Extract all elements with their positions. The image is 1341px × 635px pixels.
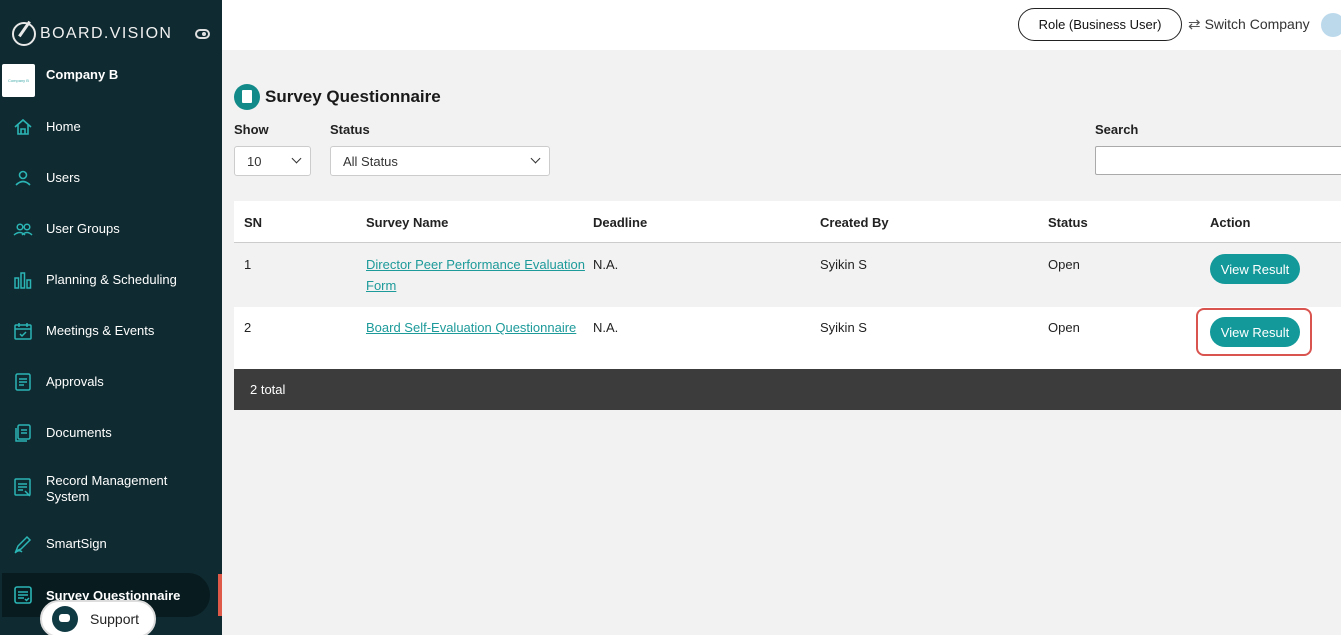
page-header: Survey Questionnaire [234, 84, 441, 110]
cell-sn: 1 [244, 257, 252, 272]
show-select-value: 10 [247, 153, 262, 169]
total-count: 2 total [250, 382, 286, 397]
switch-company-button[interactable]: ⇄ Switch Company [1188, 15, 1310, 33]
show-label: Show [234, 122, 269, 137]
survey-name-line: Form [366, 278, 397, 293]
table-footer: 2 total [234, 369, 1341, 410]
sidebar-item-label: Home [46, 119, 81, 134]
calendar-icon [14, 323, 32, 340]
status-label: Status [330, 122, 370, 137]
switch-arrows-icon: ⇄ [1188, 16, 1201, 33]
cell-sn: 2 [244, 320, 252, 335]
support-button[interactable]: Support [40, 600, 156, 635]
header-created-by[interactable]: Created By [820, 215, 889, 230]
bar-chart-icon [14, 272, 32, 289]
sidebar-item-meetings[interactable]: Meetings & Events [0, 321, 222, 341]
switch-company-label: Switch Company [1204, 16, 1310, 32]
support-label: Support [90, 611, 140, 627]
documents-icon [15, 424, 31, 442]
view-result-button[interactable]: View Result [1210, 254, 1300, 284]
active-indicator [218, 574, 222, 616]
brand[interactable]: BOARD.VISION [12, 22, 172, 46]
sidebar-item-record-management[interactable]: Record Management System [0, 472, 222, 506]
cell-created-by: Syikin S [820, 257, 867, 272]
table-row: 2 Board Self-Evaluation Questionnaire N.… [234, 307, 1341, 369]
sidebar-item-label: Users [46, 170, 80, 185]
cell-created-by: Syikin S [820, 320, 867, 335]
approval-doc-icon [15, 373, 31, 391]
sidebar-item-label: Planning & Scheduling [46, 272, 177, 287]
brand-name: BOARD.VISION [40, 25, 173, 42]
survey-name-link[interactable]: Board Self-Evaluation Questionnaire [366, 317, 576, 338]
sidebar-item-users[interactable]: Users [0, 168, 222, 188]
sidebar-item-documents[interactable]: Documents [0, 423, 222, 443]
sidebar-item-label: SmartSign [46, 536, 107, 551]
cell-deadline: N.A. [593, 320, 619, 335]
role-button[interactable]: Role (Business User) [1018, 8, 1182, 41]
status-select[interactable]: All Status [330, 146, 550, 176]
chevron-down-icon [530, 153, 541, 164]
survey-title-icon [234, 84, 260, 110]
home-icon [14, 118, 32, 135]
cell-status: Open [1048, 320, 1080, 335]
search-input[interactable] [1095, 146, 1341, 175]
company-logo: Company B [2, 64, 35, 97]
avatar[interactable] [1321, 13, 1341, 37]
table-header: SN Survey Name Deadline Created By Statu… [234, 201, 1341, 243]
board-vision-logo-icon [12, 22, 36, 46]
user-icon [15, 170, 31, 186]
show-select[interactable]: 10 [234, 146, 311, 176]
record-icon [14, 478, 31, 497]
survey-table: SN Survey Name Deadline Created By Statu… [234, 201, 1341, 369]
sidebar-item-label: User Groups [46, 221, 120, 236]
chevron-down-icon [291, 153, 302, 164]
survey-name-link[interactable]: Director Peer Performance Evaluation For… [366, 254, 585, 296]
company-selector[interactable]: Company B Company B [2, 64, 118, 97]
sidebar-item-label: Approvals [46, 374, 104, 389]
page-title: Survey Questionnaire [265, 87, 441, 106]
highlight-box [1196, 308, 1312, 356]
survey-icon [14, 586, 32, 604]
company-name: Company B [46, 67, 119, 82]
header-survey-name[interactable]: Survey Name [366, 215, 448, 230]
sidebar-item-smartsign[interactable]: SmartSign [0, 534, 222, 554]
header-sn[interactable]: SN [244, 215, 262, 230]
cell-deadline: N.A. [593, 257, 619, 272]
pen-icon [14, 535, 32, 554]
survey-name-line: Director Peer Performance Evaluation [366, 257, 585, 272]
sidebar-item-label: Documents [46, 425, 112, 440]
topbar: Role (Business User) ⇄ Switch Company [222, 0, 1341, 50]
sidebar-item-label: Record Management System [46, 473, 168, 504]
sidebar-item-label: Meetings & Events [46, 323, 155, 338]
cell-status: Open [1048, 257, 1080, 272]
sidebar-item-user-groups[interactable]: User Groups [0, 219, 222, 239]
user-groups-icon [13, 223, 33, 236]
header-deadline[interactable]: Deadline [593, 215, 647, 230]
sidebar-item-approvals[interactable]: Approvals [0, 372, 222, 392]
header-action: Action [1210, 215, 1251, 230]
chat-icon [52, 606, 78, 632]
status-select-value: All Status [343, 153, 398, 169]
sidebar: BOARD.VISION Company B Company B Home Us… [0, 0, 222, 635]
header-status[interactable]: Status [1048, 215, 1088, 230]
sidebar-toggle-icon[interactable] [195, 29, 210, 39]
search-label: Search [1095, 122, 1139, 137]
sidebar-item-home[interactable]: Home [0, 117, 222, 137]
sidebar-item-planning[interactable]: Planning & Scheduling [0, 270, 222, 290]
table-row: 1 Director Peer Performance Evaluation F… [234, 243, 1341, 307]
